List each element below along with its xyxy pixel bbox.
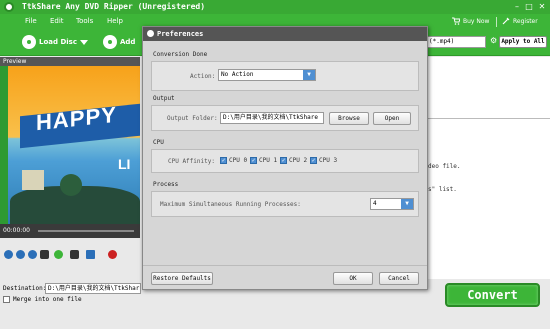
hint-text-2: s" list. [428, 186, 457, 193]
gear-icon[interactable]: ⚙ [490, 37, 498, 45]
chevron-down-icon: ▼ [303, 70, 315, 80]
cpu-affinity-label: CPU Affinity: [168, 158, 215, 165]
cpu-3-checkbox[interactable]: ✓ CPU 3 [310, 157, 337, 164]
time-display: 00:00:00 [3, 227, 30, 234]
register-label: Register [513, 17, 538, 25]
action-select-value: No Action [221, 71, 254, 78]
preview-video: HAPPY LI [0, 66, 140, 224]
playback-controls [0, 238, 140, 272]
close-icon[interactable]: ✕ [537, 2, 547, 12]
time-bar: 00:00:00 [0, 224, 140, 238]
merge-row[interactable]: Merge into one file [3, 296, 82, 303]
buy-now-label: Buy Now [463, 17, 490, 25]
menu-divider [496, 17, 497, 27]
max-processes-value: 4 [373, 200, 377, 207]
preview-header: Preview [0, 57, 140, 66]
add-button[interactable]: Add [103, 35, 135, 49]
cancel-button[interactable]: Cancel [379, 272, 419, 285]
section-title-conversion-done: Conversion Done [153, 51, 208, 58]
destination-label: Destination: [3, 285, 47, 292]
cpu-3-label: CPU 3 [319, 157, 338, 164]
output-box: Output Folder: D:\用户目录\我的文档\TtkShare Bro… [151, 105, 419, 131]
open-button[interactable]: Open [373, 112, 411, 125]
convert-button[interactable]: Convert [445, 283, 540, 307]
cpu-box: CPU Affinity: ✓ CPU 0 ✓ CPU 1 ✓ CPU 2 ✓ … [151, 149, 419, 173]
cpu-2-label: CPU 2 [289, 157, 308, 164]
check-icon: ✓ [250, 157, 257, 164]
cpu-0-checkbox[interactable]: ✓ CPU 0 [220, 157, 247, 164]
preview-tree [60, 174, 82, 196]
key-icon [502, 17, 510, 25]
max-processes-label: Maximum Simultaneous Running Processes: [160, 201, 301, 208]
menu-tools[interactable]: Tools [76, 17, 93, 25]
merge-checkbox[interactable] [3, 296, 10, 303]
app-logo-icon [4, 2, 14, 12]
action-label: Action: [190, 73, 216, 80]
menu-help[interactable]: Help [107, 17, 123, 25]
cpu-1-label: CPU 1 [259, 157, 278, 164]
maximize-icon[interactable]: □ [524, 2, 534, 12]
output-folder-input[interactable]: D:\用户目录\我的文档\TtkShare [220, 112, 324, 124]
load-disc-button[interactable]: Load Disc [22, 35, 88, 49]
conversion-done-box: Action: No Action ▼ [151, 61, 419, 91]
max-processes-select[interactable]: 4 ▼ [370, 198, 414, 210]
check-icon: ✓ [220, 157, 227, 164]
snapshot-icon[interactable] [70, 250, 79, 259]
disc-icon [22, 35, 36, 49]
chevron-down-icon[interactable] [79, 39, 88, 45]
apply-to-all-button[interactable]: Apply to All [499, 36, 547, 48]
add-file-icon [103, 35, 117, 49]
action-select[interactable]: No Action ▼ [218, 69, 316, 81]
check-icon: ✓ [310, 157, 317, 164]
edit-icon[interactable] [108, 250, 117, 259]
register-link[interactable]: Register [502, 17, 538, 25]
window-title: TtkShare Any DVD Ripper (Unregistered) [22, 2, 206, 11]
process-box: Maximum Simultaneous Running Processes: … [151, 191, 419, 217]
fast-forward-icon[interactable] [28, 250, 37, 259]
buy-now-link[interactable]: Buy Now [452, 17, 489, 25]
rewind-icon[interactable] [4, 250, 13, 259]
play-icon[interactable] [16, 250, 25, 259]
cpu-0-label: CPU 0 [229, 157, 248, 164]
folder-icon[interactable] [86, 250, 95, 259]
minimize-icon[interactable]: – [512, 2, 522, 12]
chevron-down-icon: ▼ [401, 199, 413, 209]
stop-icon[interactable] [40, 250, 49, 259]
preferences-dialog: Preferences Conversion Done Action: No A… [142, 26, 428, 290]
restore-defaults-button[interactable]: Restore Defaults [151, 272, 213, 285]
preview-house [22, 170, 44, 190]
check-icon: ✓ [280, 157, 287, 164]
title-bar: TtkShare Any DVD Ripper (Unregistered) –… [0, 0, 550, 14]
dialog-app-icon [147, 30, 154, 37]
cpu-2-checkbox[interactable]: ✓ CPU 2 [280, 157, 307, 164]
section-title-cpu: CPU [153, 139, 164, 146]
cpu-1-checkbox[interactable]: ✓ CPU 1 [250, 157, 277, 164]
menu-edit[interactable]: Edit [50, 17, 64, 25]
section-title-process: Process [153, 181, 179, 188]
merge-label: Merge into one file [13, 296, 82, 303]
volume-icon[interactable] [54, 250, 63, 259]
dialog-footer-divider [143, 265, 427, 266]
menu-file[interactable]: File [25, 17, 37, 25]
cart-icon [452, 17, 461, 25]
ok-button[interactable]: OK [333, 272, 373, 285]
section-title-output: Output [153, 95, 175, 102]
add-label: Add [120, 38, 136, 46]
load-disc-label: Load Disc [39, 38, 77, 46]
dialog-title-bar: Preferences [143, 27, 427, 41]
panel-divider [426, 118, 550, 119]
output-folder-label: Output Folder: [167, 115, 218, 122]
destination-input[interactable]: D:\用户目录\我的文档\TtkShar [45, 283, 141, 294]
profile-select[interactable]: (*.mp4) [426, 36, 486, 48]
hint-text-1: deo file. [428, 163, 461, 170]
preview-text-li: LI [118, 156, 131, 172]
browse-button[interactable]: Browse [329, 112, 369, 125]
preview-frame [0, 66, 8, 224]
dialog-title: Preferences [157, 30, 204, 38]
seek-slider[interactable] [38, 230, 134, 232]
